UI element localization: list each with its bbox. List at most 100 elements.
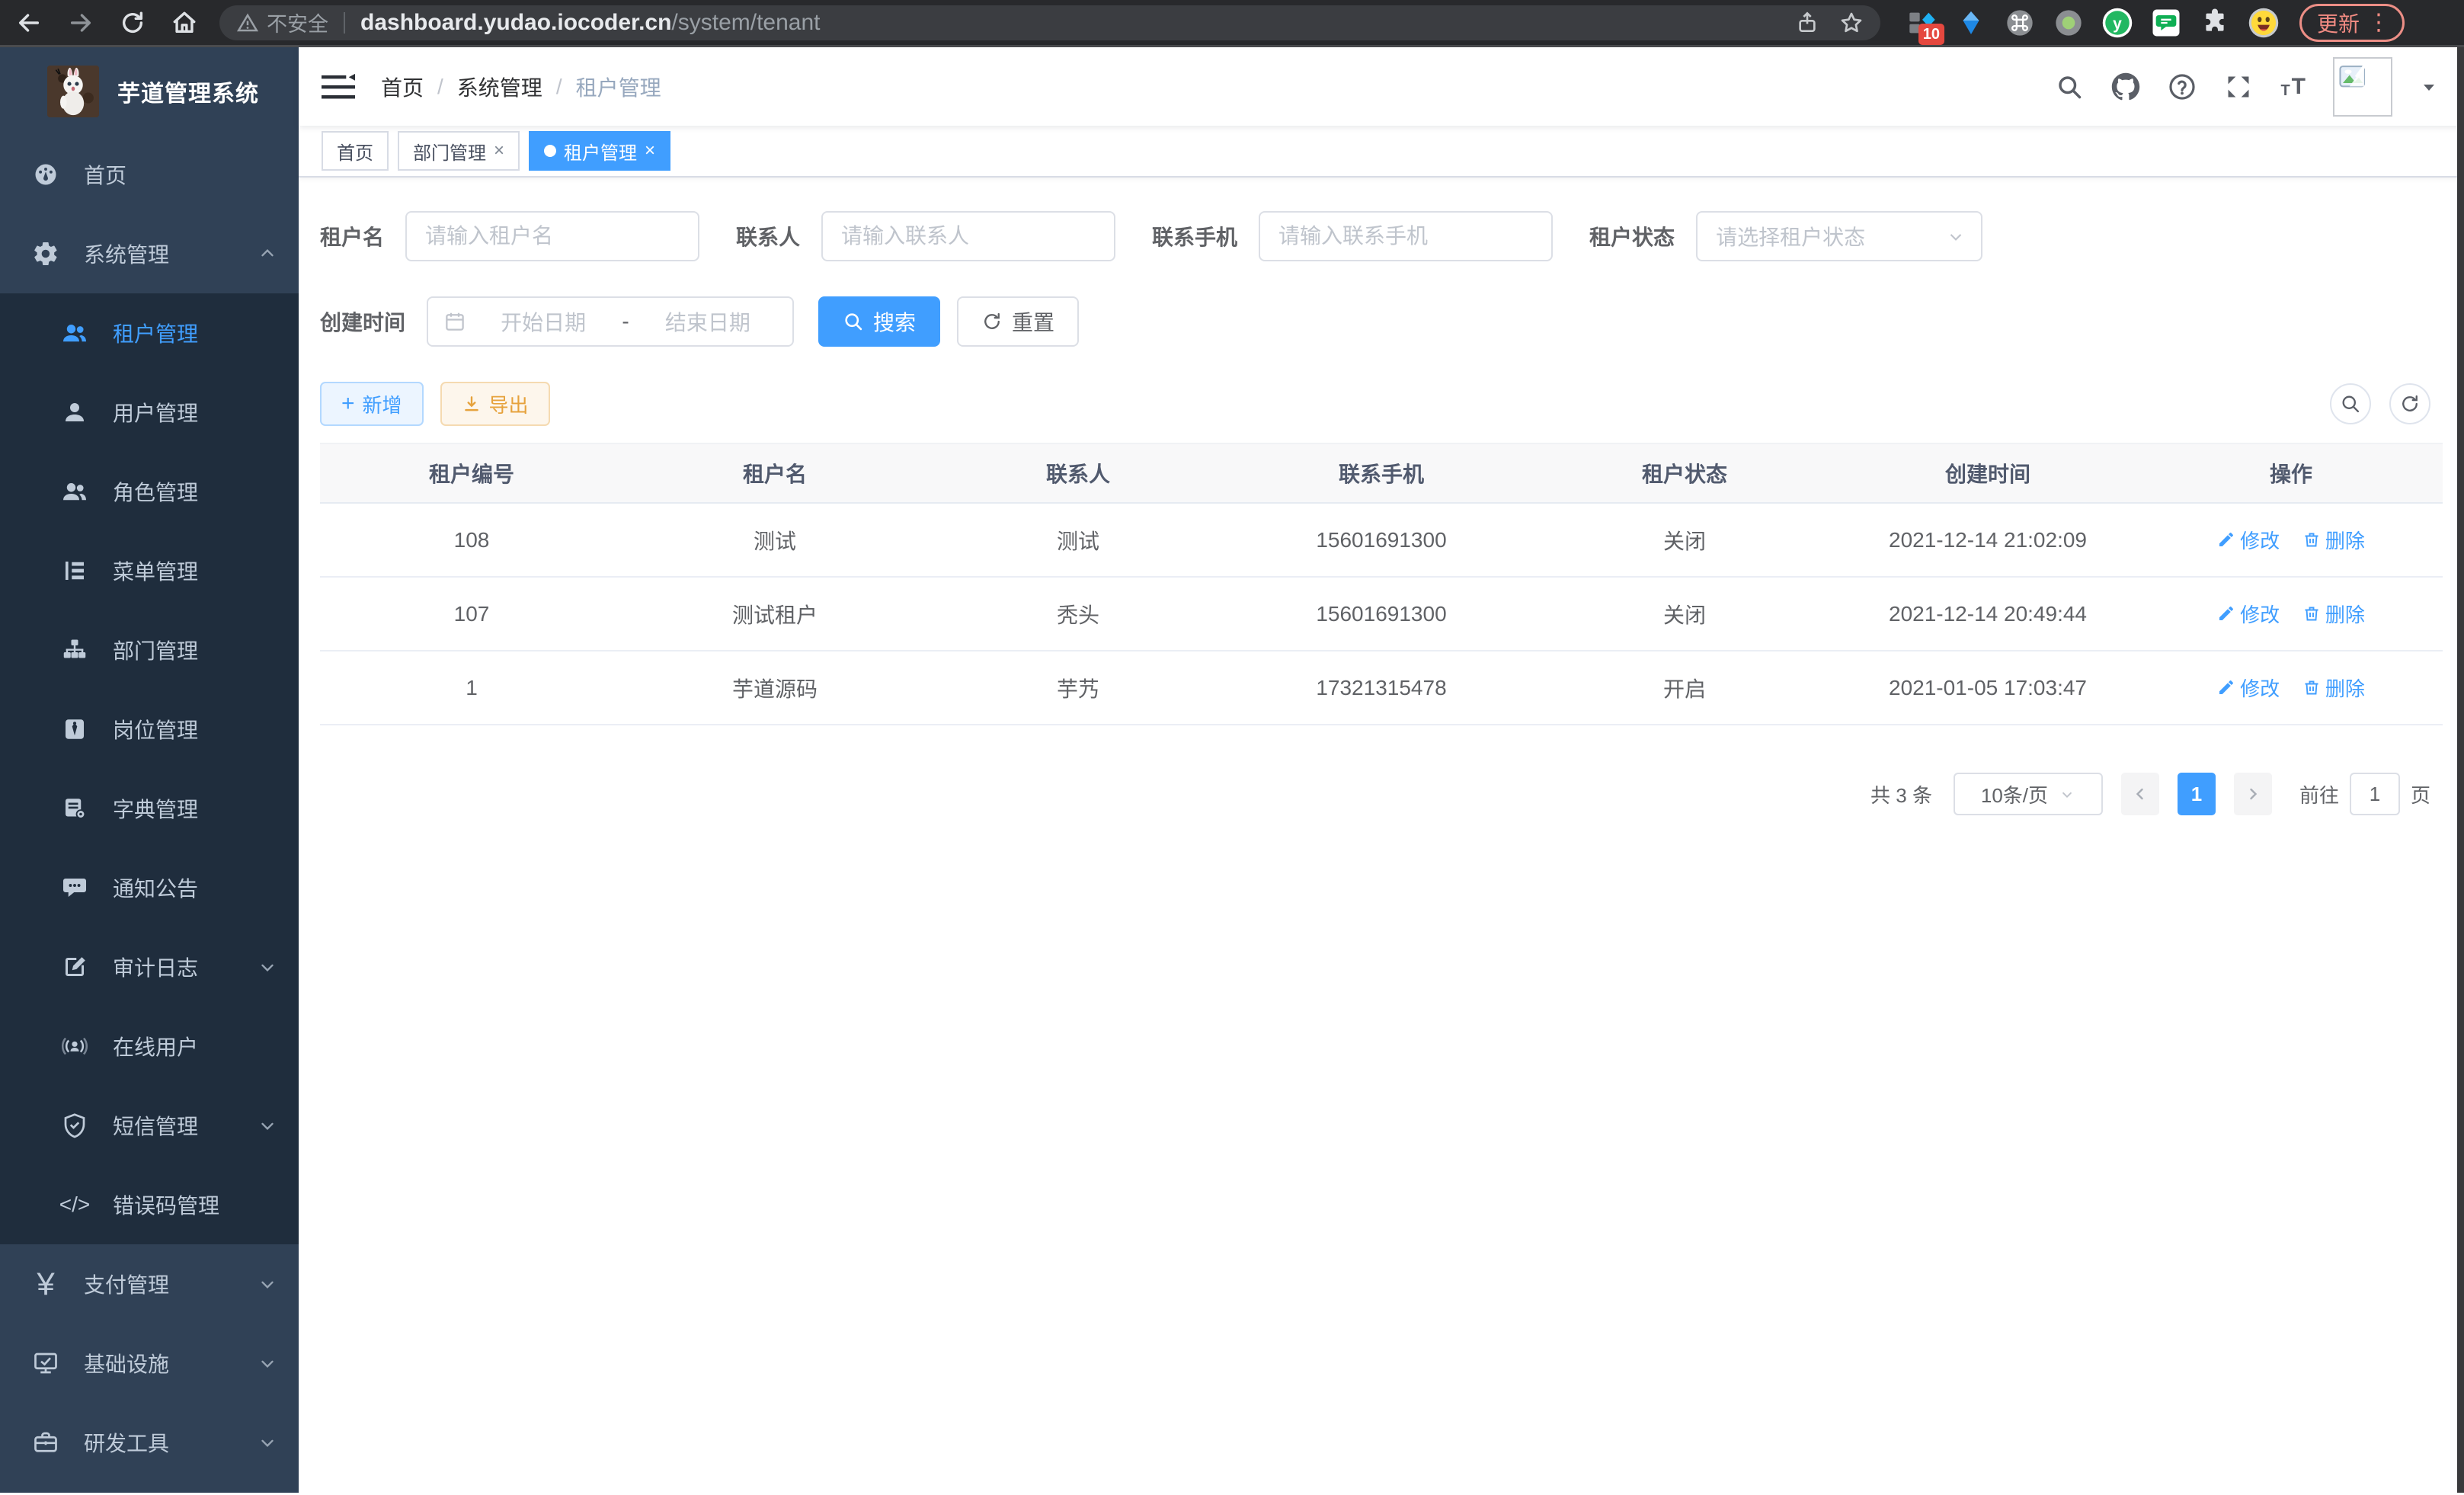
app-logo[interactable]: 芋道管理系统 [0,47,299,135]
hamburger-icon[interactable] [322,72,355,102]
bookmark-star-icon[interactable] [1839,11,1864,35]
delete-button[interactable]: 删除 [2302,600,2365,628]
kebab-menu-icon[interactable]: ⋮ [2367,9,2390,36]
status-text: 关闭 [1533,577,1836,651]
search-icon [843,311,864,332]
header-search-icon[interactable] [2055,72,2084,101]
edit-button[interactable]: 修改 [2217,526,2280,554]
github-icon[interactable] [2111,72,2140,101]
tab-dept[interactable]: 部门管理 × [398,131,520,171]
sidebar-item-payment[interactable]: ¥ 支付管理 [0,1244,299,1324]
browser-back-icon[interactable] [14,8,44,38]
trash-icon [2302,678,2321,696]
browser-forward-icon[interactable] [66,8,96,38]
sidebar-item-post[interactable]: 岗位管理 [0,690,299,769]
ext-command-icon[interactable] [2004,7,2036,39]
active-dot [544,145,556,157]
contact-input[interactable] [821,211,1115,261]
breadcrumb-system[interactable]: 系统管理 [457,72,542,102]
sidebar-item-online-users[interactable]: 在线用户 [0,1007,299,1086]
sidebar-item-sms[interactable]: 短信管理 [0,1086,299,1165]
page-size-select[interactable]: 10条/页 [1954,773,2103,815]
update-chrome-button[interactable]: 更新 ⋮ [2299,4,2405,42]
sidebar-item-menu[interactable]: 菜单管理 [0,531,299,610]
edit-button[interactable]: 修改 [2217,674,2280,702]
ext-record-dot-icon[interactable] [2053,7,2085,39]
ext-yuque-icon[interactable]: y [2101,7,2133,39]
prev-page-button[interactable] [2121,773,2159,815]
chevron-right-icon [2244,785,2262,803]
url-text: dashboard.yudao.iocoder.cn/system/tenant [360,10,1795,36]
sidebar-item-dept[interactable]: 部门管理 [0,610,299,690]
sidebar-item-home[interactable]: 首页 [0,135,299,214]
extensions-area: 10 y [1906,7,2280,39]
sidebar-item-dict[interactable]: 字典管理 [0,769,299,848]
page-1-button[interactable]: 1 [2178,773,2216,815]
chevron-down-icon [1946,226,1966,246]
sidebar-item-notice[interactable]: 通知公告 [0,848,299,927]
sidebar-item-infrastructure[interactable]: 基础设施 [0,1324,299,1403]
user-icon [58,399,91,426]
ext-blocks-icon[interactable]: 10 [1906,7,1938,39]
sidebar-item-error-code[interactable]: </> 错误码管理 [0,1165,299,1244]
goto-label: 前往 [2299,780,2339,808]
trash-icon [2302,530,2321,549]
next-page-button[interactable] [2234,773,2272,815]
extensions-puzzle-icon[interactable] [2199,7,2231,39]
edit-button[interactable]: 修改 [2217,600,2280,628]
start-date-placeholder: 开始日期 [474,306,613,337]
fullscreen-icon[interactable] [2224,72,2253,101]
phone-input[interactable] [1259,211,1553,261]
breadcrumb-home[interactable]: 首页 [381,72,424,102]
status-label: 租户状态 [1589,221,1675,251]
close-icon[interactable]: × [645,140,655,162]
toolbox-icon [29,1429,62,1456]
browser-reload-icon[interactable] [117,8,148,38]
reset-button[interactable]: 重置 [957,296,1079,347]
security-chip[interactable]: 不安全 [267,8,328,37]
ext-chat-icon[interactable] [2150,7,2182,39]
refresh-icon [2399,393,2421,415]
delete-button[interactable]: 删除 [2302,674,2365,702]
help-icon[interactable] [2168,72,2197,101]
delete-button[interactable]: 删除 [2302,526,2365,554]
toggle-search-button[interactable] [2330,383,2371,424]
tab-home[interactable]: 首页 [322,131,389,171]
sidebar-item-role[interactable]: 角色管理 [0,452,299,531]
tenant-name-input[interactable] [405,211,699,261]
edit-icon [2217,530,2235,549]
avatar[interactable] [2333,57,2392,117]
status-select[interactable]: 请选择租户状态 [1696,211,1982,261]
page-suffix: 页 [2411,780,2430,808]
shield-check-icon [58,1112,91,1139]
close-icon[interactable]: × [494,140,504,162]
profile-avatar-icon[interactable] [2248,7,2280,39]
sidebar-item-tenant[interactable]: 租户管理 [0,293,299,373]
share-icon[interactable] [1795,11,1819,35]
sidebar-item-dev-tools[interactable]: 研发工具 [0,1403,299,1482]
url-bar[interactable]: 不安全 dashboard.yudao.iocoder.cn/system/te… [219,5,1880,40]
tab-tenant[interactable]: 租户管理 × [529,131,670,171]
filter-row-1: 租户名 联系人 联系手机 租户状态 请选择租户状态 [320,211,2443,261]
broken-image-icon [2338,62,2370,94]
chevron-down-icon [258,1274,277,1294]
chevron-left-icon [2131,785,2149,803]
sidebar-item-user[interactable]: 用户管理 [0,373,299,452]
dictionary-icon [58,795,91,822]
monitor-icon [29,1349,62,1377]
avatar-caret-icon[interactable] [2420,78,2438,96]
sidebar-item-audit-log[interactable]: 审计日志 [0,927,299,1007]
export-button[interactable]: 导出 [440,382,550,426]
goto-page-input[interactable] [2350,773,2400,815]
date-range-picker[interactable]: 开始日期 - 结束日期 [427,296,794,347]
chevron-up-icon [258,244,277,264]
sidebar-item-system[interactable]: 系统管理 [0,214,299,293]
font-size-icon[interactable]: TT [2280,75,2306,98]
search-button[interactable]: 搜索 [818,296,940,347]
refresh-table-button[interactable] [2389,383,2430,424]
col-status: 租户状态 [1533,443,1836,503]
browser-home-icon[interactable] [169,8,200,38]
add-button[interactable]: + 新增 [320,382,424,426]
ext-gem-icon[interactable] [1955,7,1987,39]
chevron-down-icon [258,1116,277,1135]
